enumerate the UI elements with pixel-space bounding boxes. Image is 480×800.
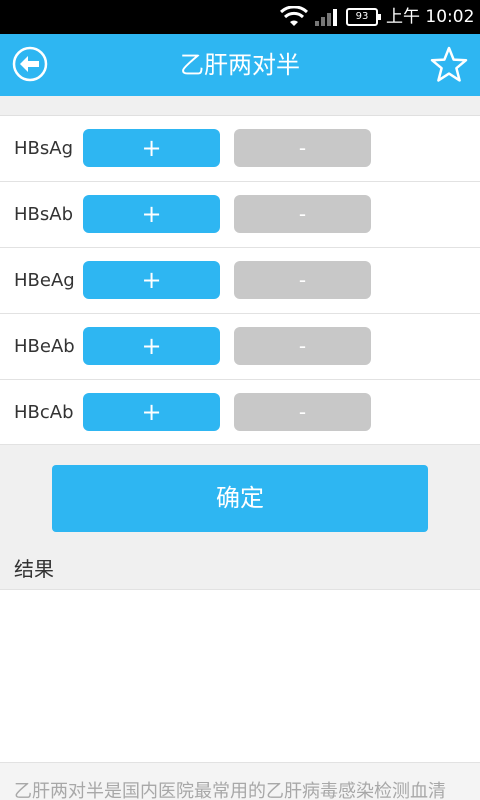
signal-icon [315, 9, 337, 26]
result-output [0, 590, 480, 762]
battery-icon: 93 [346, 8, 381, 26]
favorite-star-icon[interactable] [430, 46, 468, 84]
marker-row-hbcab: HBcAb + - [0, 380, 480, 446]
positive-button[interactable]: + [83, 327, 220, 365]
negative-button[interactable]: - [234, 129, 371, 167]
negative-button[interactable]: - [234, 327, 371, 365]
header-spacer [0, 96, 480, 116]
marker-label: HBeAg [14, 270, 75, 291]
description-text: 乙肝两对半是国内医院最常用的乙肝病毒感染检测血清 [14, 781, 446, 800]
negative-button[interactable]: - [234, 393, 371, 431]
marker-row-hbsag: HBsAg + - [0, 116, 480, 182]
positive-button[interactable]: + [83, 195, 220, 233]
marker-list: HBsAg + - HBsAb + - HBeAg + - HBeAb + - … [0, 116, 480, 446]
back-arrow-icon[interactable] [12, 46, 48, 82]
marker-label: HBcAb [14, 402, 74, 423]
marker-label: HBsAb [14, 204, 74, 225]
app-header: 乙肝两对半 [0, 34, 480, 96]
positive-button[interactable]: + [83, 393, 220, 431]
status-time: 上午 10:02 [386, 7, 475, 27]
action-area: 确定 结果 [0, 444, 480, 590]
description-text-area[interactable]: 乙肝两对半是国内医院最常用的乙肝病毒感染检测血清 [0, 762, 480, 800]
status-bar: 93 上午 10:02 [0, 0, 480, 34]
result-heading: 结果 [14, 557, 54, 581]
confirm-button[interactable]: 确定 [52, 465, 428, 532]
marker-label: HBeAb [14, 336, 75, 357]
page-title: 乙肝两对半 [180, 51, 300, 79]
positive-button[interactable]: + [83, 261, 220, 299]
negative-button[interactable]: - [234, 195, 371, 233]
marker-row-hbeab: HBeAb + - [0, 314, 480, 380]
positive-button[interactable]: + [83, 129, 220, 167]
marker-row-hbsab: HBsAb + - [0, 182, 480, 248]
wifi-icon [280, 6, 308, 26]
battery-level: 93 [355, 11, 369, 22]
negative-button[interactable]: - [234, 261, 371, 299]
marker-row-hbeag: HBeAg + - [0, 248, 480, 314]
marker-label: HBsAg [14, 138, 74, 159]
